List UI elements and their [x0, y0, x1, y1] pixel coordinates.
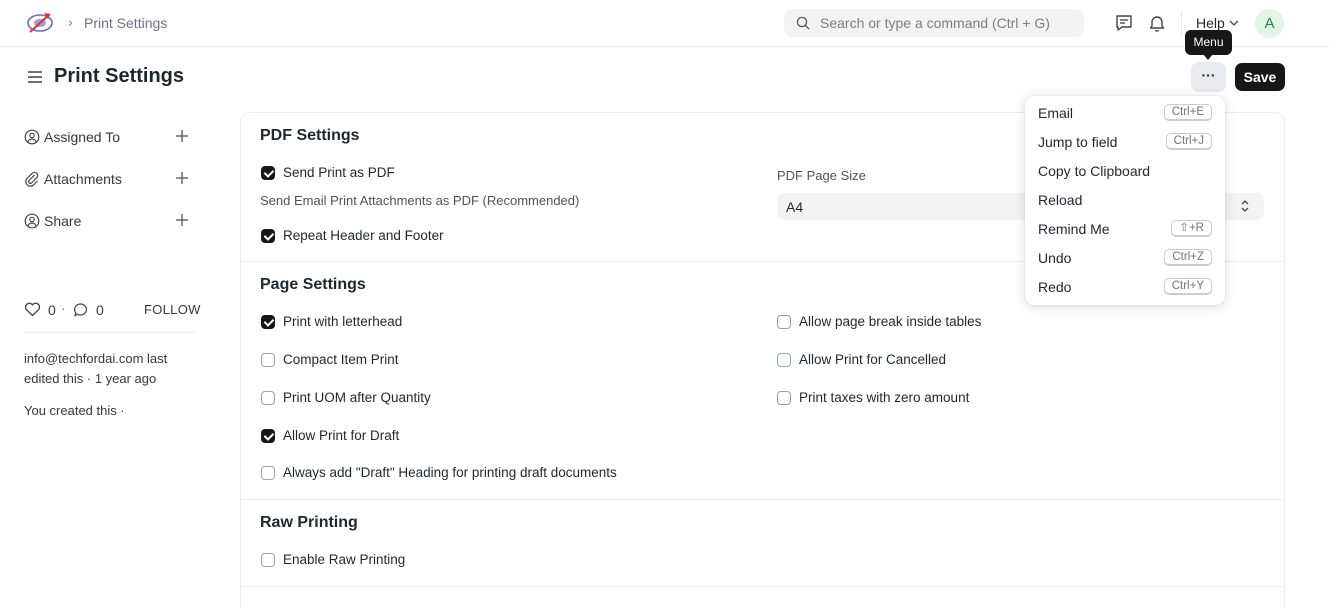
- checkbox-box[interactable]: [261, 466, 275, 480]
- checkbox-label: Print UOM after Quantity: [283, 390, 431, 405]
- page-title: Print Settings: [54, 65, 185, 87]
- chevron-down-icon[interactable]: [1229, 19, 1239, 27]
- navbar: › Print Settings Help A: [0, 0, 1329, 47]
- follow-button[interactable]: FOLLOW: [144, 302, 201, 317]
- checkbox-box[interactable]: [261, 429, 275, 443]
- paperclip-icon: [25, 171, 39, 187]
- sidebar-divider: [24, 332, 195, 333]
- shortcut-badge: ⇧+R: [1171, 220, 1212, 237]
- shortcut-badge: Ctrl+Y: [1163, 278, 1212, 295]
- section-title-page-settings: Page Settings: [260, 276, 366, 293]
- menu-item-label: Jump to field: [1038, 134, 1118, 150]
- checkbox-box[interactable]: [261, 353, 275, 367]
- breadcrumb-print-settings[interactable]: Print Settings: [84, 15, 167, 31]
- menu-item-email[interactable]: Email Ctrl+E: [1025, 99, 1225, 127]
- menu-item-redo[interactable]: Redo Ctrl+Y: [1025, 273, 1225, 301]
- menu-tooltip: Menu: [1185, 30, 1232, 55]
- app-logo-icon[interactable]: [26, 10, 54, 36]
- checkbox-box[interactable]: [261, 166, 275, 180]
- activity-last-edited: info@techfordai.com last edited this · 1…: [24, 351, 168, 386]
- heart-icon[interactable]: [24, 302, 41, 317]
- notification-bell-icon[interactable]: [1147, 13, 1167, 33]
- search-bar[interactable]: [784, 9, 1084, 37]
- add-share-icon[interactable]: [174, 212, 190, 228]
- checkbox-label: Enable Raw Printing: [283, 552, 406, 567]
- navbar-divider: [1181, 11, 1182, 35]
- checkbox-label: Print with letterhead: [283, 314, 403, 329]
- save-button[interactable]: Save: [1235, 63, 1285, 91]
- user-add-icon: [24, 129, 40, 145]
- menu-item-jump-to-field[interactable]: Jump to field Ctrl+J: [1025, 128, 1225, 156]
- help-dropdown[interactable]: Help: [1196, 15, 1225, 31]
- separator-dot: ·: [61, 300, 66, 316]
- checkbox-label: Compact Item Print: [283, 352, 399, 367]
- search-icon: [796, 16, 810, 30]
- menu-item-reload[interactable]: Reload: [1025, 186, 1225, 214]
- search-input[interactable]: [820, 9, 1075, 37]
- tooltip-arrow: [1203, 54, 1213, 60]
- share-user-icon: [24, 213, 40, 229]
- checkbox-box[interactable]: [777, 315, 791, 329]
- checkbox-box[interactable]: [261, 553, 275, 567]
- menu-button[interactable]: ···: [1191, 62, 1226, 92]
- menu-dropdown: Email Ctrl+E Jump to field Ctrl+J Copy t…: [1025, 96, 1225, 305]
- sidebar-label-assigned-to: Assigned To: [44, 129, 121, 145]
- sidebar-share[interactable]: Share: [24, 211, 194, 231]
- checkbox-label: Allow Print for Draft: [283, 428, 400, 443]
- add-assignee-icon[interactable]: [174, 128, 190, 144]
- pdf-page-size-label: PDF Page Size: [777, 168, 866, 183]
- checkbox-label: Allow Print for Cancelled: [799, 352, 947, 367]
- checkbox-label: Send Print as PDF: [283, 165, 395, 180]
- chat-icon[interactable]: [1114, 13, 1134, 33]
- likes-count: 0: [48, 302, 56, 318]
- likes-comments-row: 0 · 0 FOLLOW: [24, 300, 200, 320]
- sidebar-toggle-icon[interactable]: [27, 69, 43, 85]
- section-divider: [241, 586, 1284, 587]
- shortcut-badge: Ctrl+J: [1165, 133, 1212, 150]
- menu-item-label: Redo: [1038, 279, 1072, 295]
- add-attachment-icon[interactable]: [174, 170, 190, 186]
- menu-item-label: Undo: [1038, 250, 1072, 266]
- sidebar-label-share: Share: [44, 213, 82, 229]
- menu-item-label: Reload: [1038, 192, 1083, 208]
- shortcut-badge: Ctrl+Z: [1164, 249, 1212, 266]
- checkbox-label: Allow page break inside tables: [799, 314, 982, 329]
- select-arrows-icon: [1241, 200, 1249, 212]
- menu-item-remind-me[interactable]: Remind Me ⇧+R: [1025, 215, 1225, 243]
- menu-item-undo[interactable]: Undo Ctrl+Z: [1025, 244, 1225, 272]
- menu-item-label: Email: [1038, 105, 1074, 121]
- checkbox-box[interactable]: [777, 391, 791, 405]
- shortcut-badge: Ctrl+E: [1163, 104, 1212, 121]
- section-title-raw-printing: Raw Printing: [260, 514, 358, 531]
- checkbox-box[interactable]: [261, 391, 275, 405]
- sidebar-assigned-to[interactable]: Assigned To: [24, 127, 194, 147]
- checkbox-box[interactable]: [261, 229, 275, 243]
- checkbox-label: Always add "Draft" Heading for printing …: [283, 465, 617, 480]
- activity-created: You created this ·: [24, 403, 125, 418]
- checkbox-box[interactable]: [261, 315, 275, 329]
- checkbox-label: Print taxes with zero amount: [799, 390, 970, 405]
- send-print-description: Send Email Print Attachments as PDF (Rec…: [260, 193, 580, 208]
- menu-item-label: Copy to Clipboard: [1038, 163, 1151, 179]
- section-divider: [241, 499, 1284, 500]
- checkbox-label: Repeat Header and Footer: [283, 228, 444, 243]
- comment-icon[interactable]: [73, 302, 89, 318]
- pdf-page-size-value: A4: [786, 199, 804, 215]
- user-avatar[interactable]: A: [1255, 9, 1284, 38]
- sidebar-label-attachments: Attachments: [44, 171, 122, 187]
- comments-count: 0: [96, 302, 104, 318]
- menu-item-copy-to-clipboard[interactable]: Copy to Clipboard: [1025, 157, 1225, 185]
- sidebar-attachments[interactable]: Attachments: [24, 169, 194, 189]
- breadcrumb-separator: ›: [68, 14, 73, 30]
- section-title-pdf-settings: PDF Settings: [260, 127, 360, 144]
- checkbox-box[interactable]: [777, 353, 791, 367]
- menu-item-label: Remind Me: [1038, 221, 1110, 237]
